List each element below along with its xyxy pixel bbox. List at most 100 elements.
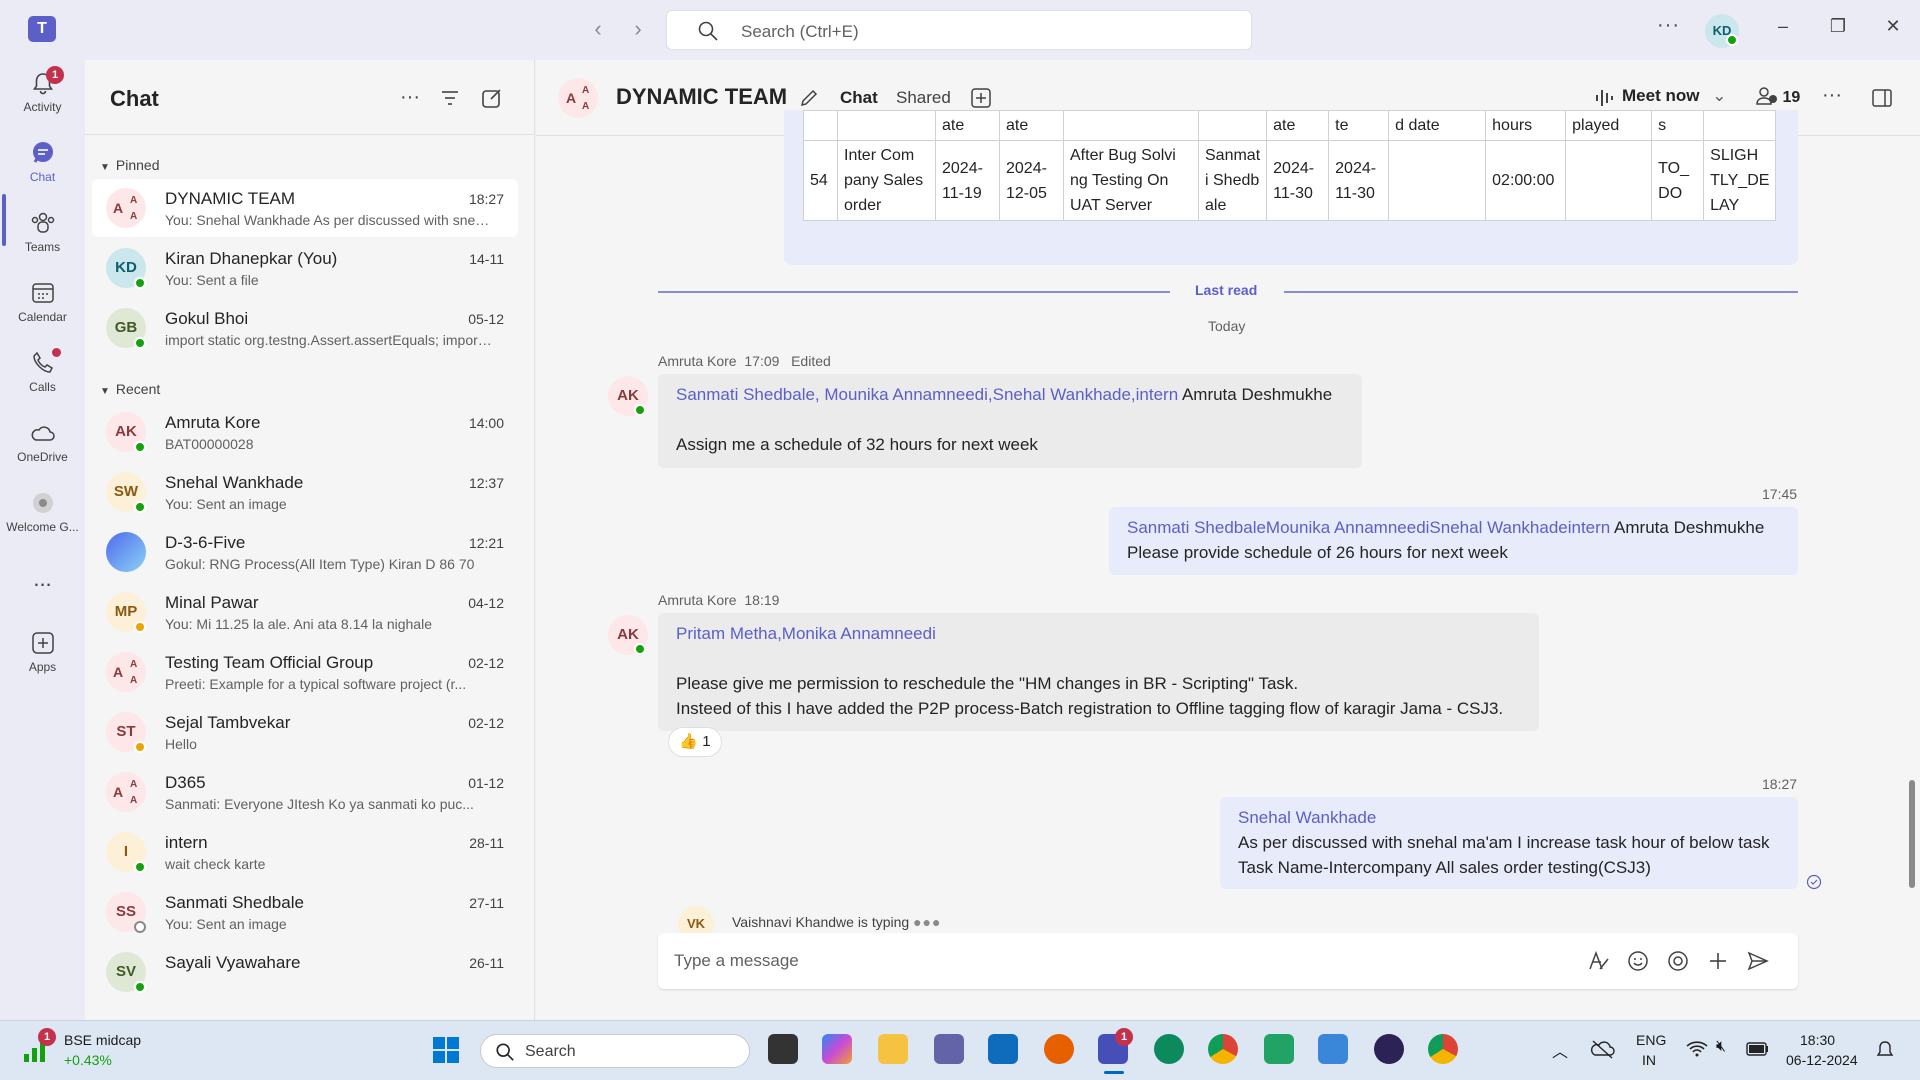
chat-list-item[interactable]: GB Gokul Bhoi import static org.testng.Ass… [92, 299, 518, 357]
conversation-title: DYNAMIC TEAM [616, 84, 788, 109]
table-cell [1703, 110, 1777, 141]
chat-list-item[interactable]: SV Sayali Vyawahare 26-11 [92, 943, 518, 1001]
rail-teams[interactable]: Teams [0, 210, 85, 254]
widget-name[interactable]: BSE midcap [64, 1032, 141, 1048]
file-explorer-icon[interactable] [878, 1034, 908, 1064]
task-view-icon[interactable] [768, 1034, 798, 1064]
chevron-up-icon[interactable]: ︿ [1552, 1038, 1568, 1062]
notepad-icon[interactable] [1318, 1034, 1348, 1064]
forward-arrow-icon[interactable]: › [625, 16, 651, 42]
audio-wave-icon [1596, 90, 1613, 106]
message-composer[interactable]: Type a message [658, 933, 1798, 989]
divider-line [658, 291, 1170, 293]
chat-list-item[interactable]: SW Snehal Wankhade You: Sent an image 12:37 [92, 463, 518, 521]
people-icon [1756, 87, 1777, 105]
edit-pencil-icon[interactable] [798, 87, 820, 109]
chat-list-item[interactable]: ST Sejal Tambvekar Hello 02-12 [92, 703, 518, 761]
teams-taskbar-icon[interactable] [934, 1034, 964, 1064]
tab-shared[interactable]: Shared [896, 88, 951, 108]
mention-link[interactable]: Sanmati Shedbale, Mounika Annamneedi,Sne… [676, 385, 1178, 404]
tab-chat[interactable]: Chat [840, 88, 878, 108]
notification-bell-icon[interactable] [1876, 1040, 1894, 1060]
side-panel-icon[interactable] [1871, 88, 1893, 108]
message-bubble[interactable]: Snehal Wankhade As per discussed with sn… [1220, 797, 1798, 889]
rail-welcome[interactable]: Welcome G... [0, 490, 85, 534]
chat-list-pane: Chat ··· ▼ Pinned A A A DYNAMIC TEAM You: Sne… [85, 60, 535, 1020]
language-code[interactable]: ENG [1636, 1032, 1666, 1048]
message-bubble[interactable]: Sanmati ShedbaleMounika AnnamneediSnehal… [1109, 507, 1798, 575]
chat-list-item[interactable]: AK Amruta Kore BAT00000028 14:00 [92, 403, 518, 461]
chat-list-item[interactable]: KD Kiran Dhanepkar (You) You: Sent a file 1… [92, 239, 518, 297]
chrome-icon[interactable] [1428, 1034, 1458, 1064]
message-bubble[interactable]: Sanmati Shedbale, Mounika Annamneedi,Sne… [658, 374, 1362, 468]
group-avatar: AAA [558, 78, 598, 118]
emoji-icon[interactable] [1626, 949, 1650, 973]
format-icon[interactable] [1586, 949, 1610, 973]
send-icon[interactable] [1746, 949, 1770, 973]
add-tab-icon[interactable] [970, 87, 992, 109]
pinned-section-header[interactable]: ▼ Pinned [100, 157, 160, 173]
eclipse-icon[interactable] [1374, 1034, 1404, 1064]
minimize-icon[interactable]: – [1770, 16, 1796, 37]
plus-icon[interactable] [1706, 949, 1730, 973]
avatar: AAA [106, 772, 146, 812]
clock-time[interactable]: 18:30 [1800, 1032, 1835, 1048]
spreadsheet-icon[interactable] [1264, 1034, 1294, 1064]
chat-time: 02-12 [468, 655, 504, 671]
chat-list-item[interactable]: A A A D365 Sanmati: Everyone JItesh Ko ya sa… [92, 763, 518, 821]
chat-more-icon[interactable]: ··· [400, 86, 420, 109]
rail-calls[interactable]: Calls [0, 350, 85, 394]
rail-activity[interactable]: Activity [0, 70, 85, 114]
chat-list-item[interactable]: SS Sanmati Shedbale You: Sent an image 27-1… [92, 883, 518, 941]
back-arrow-icon[interactable]: ‹ [585, 16, 611, 42]
volume-muted-icon[interactable]: 🔇︎ [1716, 1038, 1726, 1056]
chat-list-item[interactable]: A A A DYNAMIC TEAM You: Snehal Wankhade As p… [92, 179, 518, 237]
rail-apps[interactable]: Apps [0, 630, 85, 674]
wifi-icon[interactable] [1686, 1040, 1708, 1058]
table-cell [1565, 140, 1653, 221]
widget-badge: 1 [38, 1028, 56, 1046]
chat-list-item[interactable]: Iintern wait check karte 28-11 [92, 823, 518, 881]
meet-now-button[interactable]: Meet now ⌄ [1622, 86, 1726, 106]
chat-preview: You: Sent a file [165, 272, 259, 288]
clock-date[interactable]: 06-12-2024 [1786, 1052, 1858, 1068]
message-bubble[interactable]: Pritam Metha,Monika Annamneedi Please gi… [658, 613, 1539, 731]
edge-icon[interactable] [1154, 1034, 1184, 1064]
maximize-icon[interactable]: ❐ [1825, 16, 1851, 37]
onedrive-sync-icon[interactable] [1590, 1038, 1616, 1060]
filter-icon[interactable] [440, 88, 460, 108]
taskbar-search[interactable]: Search [480, 1034, 750, 1068]
chat-list-item[interactable]: MP Minal Pawar You: Mi 11.25 la ale. Ani a… [92, 583, 518, 641]
recent-section-header[interactable]: ▼ Recent [100, 381, 160, 397]
scrollbar[interactable] [1909, 780, 1915, 888]
rail-calendar[interactable]: Calendar [0, 280, 85, 324]
avatar-initials: KD [115, 259, 137, 276]
loop-icon[interactable] [1666, 949, 1690, 973]
mention-link[interactable]: Pritam Metha,Monika Annamneedi [676, 621, 1521, 646]
rail-onedrive[interactable]: OneDrive [0, 420, 85, 464]
more-options-icon[interactable]: ··· [1657, 14, 1680, 37]
battery-icon[interactable] [1746, 1040, 1770, 1058]
chat-time: 27-11 [469, 895, 504, 911]
chat-list-item[interactable]: D-3-6-Five Gokul: RNG Process(All Item Ty… [92, 523, 518, 581]
rail-chat[interactable]: Chat [0, 140, 85, 184]
participants-button[interactable]: 19 [1756, 86, 1800, 107]
mention-link[interactable]: Sanmati ShedbaleMounika AnnamneediSnehal… [1127, 518, 1610, 537]
reaction-pill[interactable]: 👍 1 [668, 727, 722, 757]
copilot-icon[interactable] [822, 1034, 852, 1064]
search-input[interactable]: Search (Ctrl+E) [666, 10, 1252, 50]
message-meta: Amruta Kore 17:09 Edited [658, 353, 831, 369]
rail-more[interactable]: ... [0, 566, 85, 592]
mention-link[interactable]: Snehal Wankhade [1238, 805, 1780, 830]
rail-label-calendar: Calendar [18, 310, 67, 324]
chat-list-item[interactable]: A A A Testing Team Official Group Preeti: Ex… [92, 643, 518, 701]
chat-preview: import static org.testng.Assert.assertEq… [165, 332, 495, 348]
firefox-icon[interactable] [1044, 1034, 1074, 1064]
header-more-icon[interactable]: ··· [1822, 84, 1842, 107]
chrome-icon[interactable] [1208, 1034, 1238, 1064]
store-icon[interactable] [988, 1034, 1018, 1064]
close-icon[interactable]: ✕ [1880, 16, 1906, 37]
chat-name: Sayali Vyawahare [165, 953, 301, 972]
new-chat-icon[interactable] [481, 87, 503, 109]
windows-start-icon[interactable] [432, 1036, 460, 1064]
